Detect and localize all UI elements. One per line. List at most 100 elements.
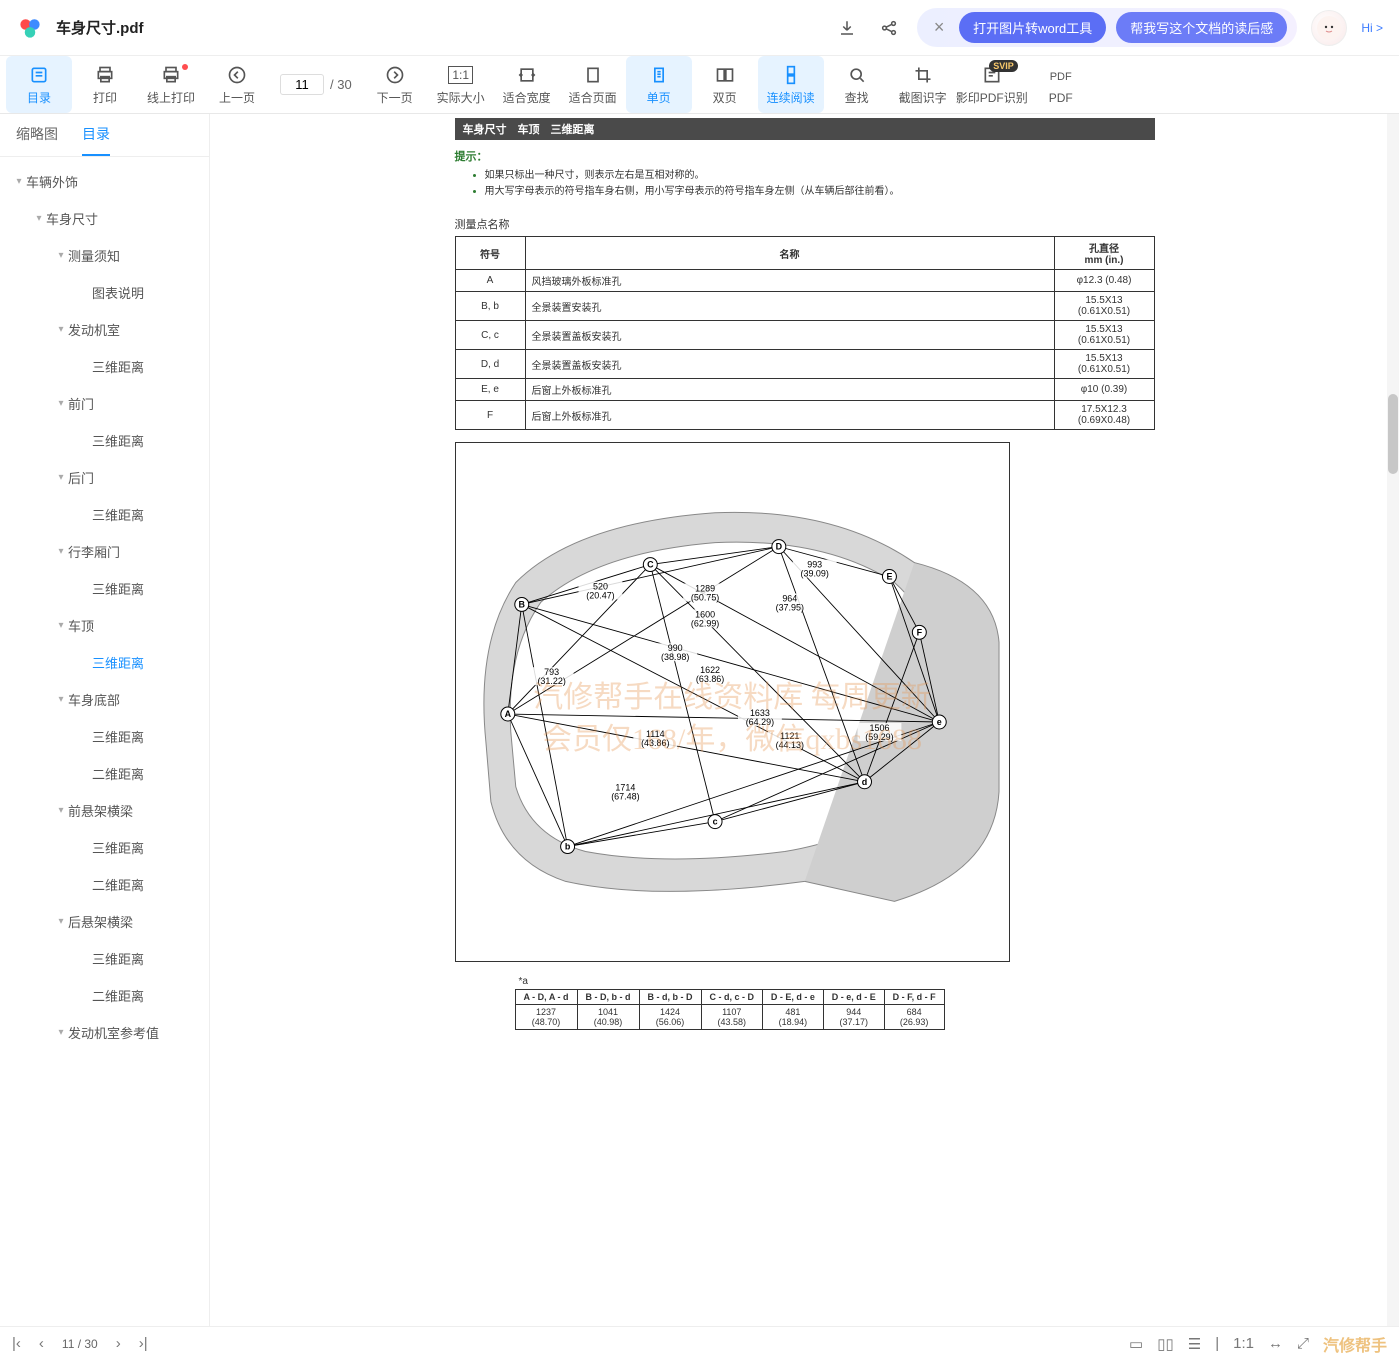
toc-item[interactable]: ▾发动机室 — [0, 311, 209, 348]
dim-label: *a — [515, 976, 945, 987]
diagram-frame: ABCDEFbcde 520(20.47)1289(50.75)993(39.0… — [455, 442, 1010, 962]
svg-text:c: c — [712, 817, 717, 827]
toc-item[interactable]: 二维距离 — [0, 755, 209, 792]
svg-text:(37.95): (37.95) — [775, 602, 803, 612]
tool-print2[interactable]: 线上打印 — [138, 56, 204, 113]
avatar-icon[interactable] — [1311, 10, 1347, 46]
brand-watermark: 汽修帮手 — [1323, 1332, 1387, 1356]
toc-item[interactable]: ▾发动机室参考值 — [0, 1014, 209, 1051]
cell-name: 后窗上外板标准孔 — [525, 379, 1054, 401]
last-page-icon[interactable]: ›| — [139, 1335, 148, 1352]
hi-link[interactable]: Hi > — [1361, 21, 1383, 35]
toc-item[interactable]: 图表说明 — [0, 274, 209, 311]
svip-badge: SVIP — [989, 60, 1018, 72]
tool-print[interactable]: 打印 — [72, 56, 138, 113]
tool-next[interactable]: 下一页 — [362, 56, 428, 113]
continuous-icon[interactable]: ☰ — [1188, 1335, 1201, 1353]
tool-label: 上一页 — [219, 89, 255, 106]
scrollbar-thumb[interactable] — [1388, 394, 1398, 474]
tool-label: 实际大小 — [437, 89, 485, 106]
toc-item[interactable]: 二维距离 — [0, 866, 209, 903]
double-page-icon[interactable]: ▯▯ — [1157, 1335, 1174, 1353]
tool-cont[interactable]: 连续阅读 — [758, 56, 824, 113]
roof-diagram: ABCDEFbcde 520(20.47)1289(50.75)993(39.0… — [456, 443, 1009, 961]
tool-search[interactable]: 查找 — [824, 56, 890, 113]
prev-icon — [227, 63, 247, 87]
measurement-table: 符号名称孔直径 mm (in.) A风挡玻璃外板标准孔φ12.3 (0.48)B… — [455, 236, 1155, 430]
toc-item[interactable]: ▾车身底部 — [0, 681, 209, 718]
tool-prev[interactable]: 上一页 — [204, 56, 270, 113]
fit-width-icon[interactable]: ↔ — [1268, 1335, 1283, 1352]
table-row: B, b全景装置安装孔15.5X13 (0.61X0.51) — [455, 292, 1154, 321]
tool-crop[interactable]: 截图识字 — [890, 56, 956, 113]
toc-item[interactable]: ▾车身尺寸 — [0, 200, 209, 237]
toc-label: 车顶 — [68, 616, 94, 635]
toc-label: 图表说明 — [92, 283, 144, 302]
dim-header: D - F, d - F — [884, 990, 944, 1005]
scrollbar[interactable] — [1387, 114, 1399, 1326]
print2-icon — [161, 63, 181, 87]
toc-item[interactable]: ▾前门 — [0, 385, 209, 422]
toc-item[interactable]: 二维距离 — [0, 977, 209, 1014]
cell-name: 全景装置盖板安装孔 — [525, 350, 1054, 379]
tool-pdf[interactable]: PDFPDF — [1028, 56, 1094, 113]
promo-summary-button[interactable]: 帮我写这个文档的读后感 — [1116, 12, 1287, 43]
footer-page-current: 11 — [62, 1337, 74, 1351]
page-input: / 30 — [270, 74, 362, 95]
toc-item[interactable]: 三维距离 — [0, 718, 209, 755]
divider-icon: | — [1215, 1335, 1219, 1352]
toc-item[interactable]: ▾车顶 — [0, 607, 209, 644]
tab-toc[interactable]: 目录 — [82, 124, 110, 156]
single-page-icon[interactable]: ▭ — [1129, 1335, 1143, 1353]
app-logo-icon[interactable] — [16, 14, 44, 42]
toc-item[interactable]: 三维距离 — [0, 644, 209, 681]
dim-header: B - D, b - d — [577, 990, 639, 1005]
prev-page-icon[interactable]: ‹ — [39, 1335, 44, 1352]
toc-item[interactable]: ▾后悬架横梁 — [0, 903, 209, 940]
toc-item[interactable]: 三维距离 — [0, 570, 209, 607]
toc-label: 三维距离 — [92, 505, 144, 524]
promo-word-button[interactable]: 打开图片转word工具 — [959, 12, 1106, 43]
tool-fitp[interactable]: 适合页面 — [560, 56, 626, 113]
toc-item[interactable]: ▾行李厢门 — [0, 533, 209, 570]
page-number-input[interactable] — [280, 74, 324, 95]
next-page-icon[interactable]: › — [116, 1335, 121, 1352]
cell-symbol: E, e — [455, 379, 525, 401]
download-icon[interactable] — [833, 14, 861, 42]
tool-double[interactable]: 双页 — [692, 56, 758, 113]
cell-symbol: C, c — [455, 321, 525, 350]
toc-item[interactable]: 三维距离 — [0, 829, 209, 866]
toolbar: 目录打印线上打印上一页 / 30下一页1:1实际大小适合宽度 适合页面单页双页连续阅… — [0, 56, 1399, 114]
tool-toc[interactable]: 目录 — [6, 56, 72, 113]
toc-item[interactable]: 三维距离 — [0, 422, 209, 459]
notification-dot-icon — [182, 64, 188, 70]
first-page-icon[interactable]: |‹ — [12, 1335, 21, 1352]
toc-item[interactable]: 三维距离 — [0, 348, 209, 385]
toc-item[interactable]: ▾后门 — [0, 459, 209, 496]
tool-label: 适合宽度 — [503, 89, 551, 106]
close-icon[interactable]: × — [929, 18, 949, 38]
tool-fitw[interactable]: 适合宽度 — [494, 56, 560, 113]
toc-label: 二维距离 — [92, 764, 144, 783]
share-icon[interactable] — [875, 14, 903, 42]
toc-item[interactable]: 三维距离 — [0, 496, 209, 533]
tool-ocr[interactable]: 影印PDF识别SVIP — [956, 56, 1028, 113]
actual-size-icon[interactable]: 1:1 — [1233, 1335, 1254, 1352]
fitw-icon — [517, 63, 537, 87]
toc-item[interactable]: ▾前悬架横梁 — [0, 792, 209, 829]
cell-name: 全景装置安装孔 — [525, 292, 1054, 321]
tool-single[interactable]: 单页 — [626, 56, 692, 113]
toc-item[interactable]: ▾测量须知 — [0, 237, 209, 274]
tool-label: 适合页面 — [569, 89, 617, 106]
svg-text:C: C — [647, 560, 654, 570]
toc-item[interactable]: ▾车辆外饰 — [0, 163, 209, 200]
toc-label: 三维距离 — [92, 431, 144, 450]
tab-thumbnails[interactable]: 缩略图 — [16, 124, 58, 156]
tool-actual[interactable]: 1:1实际大小 — [428, 56, 494, 113]
header-left: 车身尺寸.pdf — [16, 14, 144, 42]
fit-page-icon[interactable]: ⤢ — [1297, 1335, 1309, 1352]
toc-item[interactable]: 三维距离 — [0, 940, 209, 977]
footer-page: 11 / 30 — [62, 1337, 98, 1351]
cell-symbol: F — [455, 401, 525, 430]
caret-icon: ▾ — [54, 1027, 68, 1038]
